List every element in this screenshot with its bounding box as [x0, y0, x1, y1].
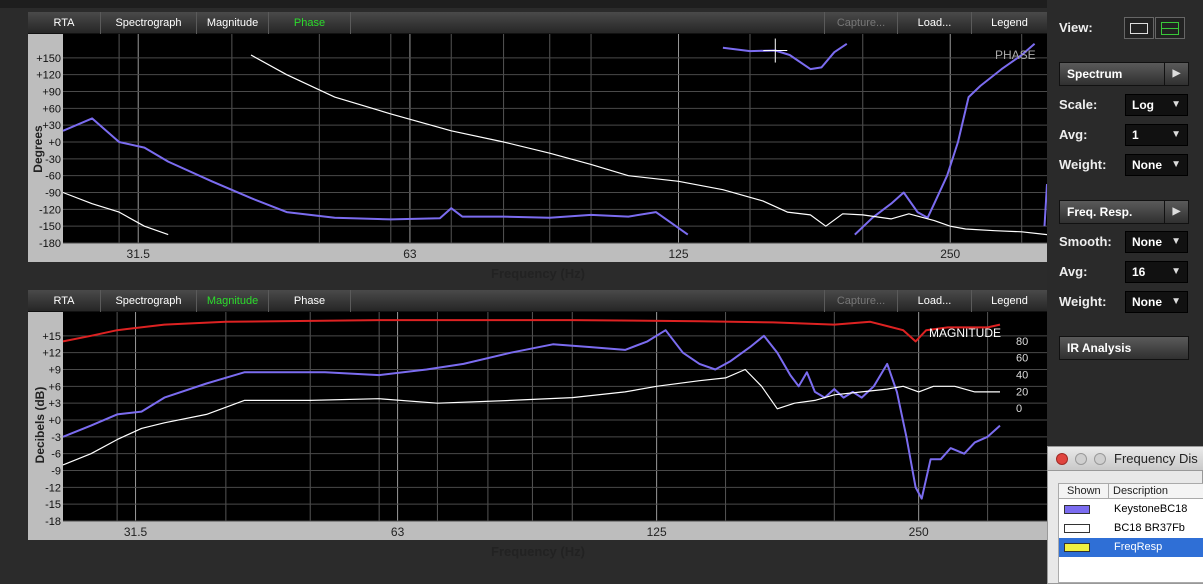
avg-value: 1	[1132, 128, 1139, 142]
plots-layer: 31.5 63 125 250+150+120+90+60+30+0-30-60-90…	[36, 34, 1048, 539]
y-tick-label: +90	[42, 87, 61, 99]
plot-background	[63, 34, 1047, 243]
trace-color-swatch[interactable]	[1064, 505, 1090, 514]
single-view-icon	[1130, 23, 1148, 34]
y-tick-label: -150	[39, 221, 61, 233]
chevron-down-icon: ▼	[1171, 99, 1181, 110]
weight2-label: Weight:	[1059, 294, 1107, 309]
weight2-select[interactable]: None ▼	[1125, 291, 1188, 313]
minimize-icon[interactable]	[1075, 453, 1087, 465]
trace-color-swatch[interactable]	[1064, 524, 1090, 533]
trace-description: BC18 BR37Fb	[1114, 522, 1185, 534]
y-tick-label: +120	[36, 70, 61, 82]
app-window: RTA Spectrograph Magnitude Phase Capture…	[0, 0, 1203, 584]
ir-analysis-button-label: IR Analysis	[1067, 341, 1132, 355]
y-tick-label: -180	[39, 238, 61, 250]
avg-select[interactable]: 1 ▼	[1125, 124, 1188, 146]
frequency-window-titlebar[interactable]: Frequency Dis	[1048, 447, 1203, 471]
right-axis-tick-label: 60	[1016, 353, 1028, 365]
y-tick-label: +15	[42, 331, 61, 343]
weight-label: Weight:	[1059, 157, 1107, 172]
expand-arrow-icon: ▶	[1164, 63, 1188, 85]
column-description[interactable]: Description	[1109, 484, 1203, 499]
weight2-value: None	[1132, 295, 1162, 309]
y-tick-label: +9	[48, 365, 61, 377]
x-tick-label: 125	[669, 247, 689, 261]
smooth-value: None	[1132, 235, 1162, 249]
split-view-icon-bottom	[1161, 34, 1179, 35]
y-tick-label: +0	[48, 137, 61, 149]
trace-description: FreqResp	[1114, 541, 1163, 553]
view-label: View:	[1059, 20, 1093, 35]
frequency-window-title: Frequency Dis	[1114, 451, 1198, 466]
smooth-select[interactable]: None ▼	[1125, 231, 1188, 253]
trace-description: KeystoneBC18	[1114, 503, 1188, 515]
trace-color-swatch[interactable]	[1064, 543, 1090, 552]
y-tick-label: -15	[45, 499, 61, 511]
avg2-label: Avg:	[1059, 264, 1088, 279]
chevron-down-icon: ▼	[1171, 296, 1181, 307]
y-tick-label: -60	[45, 171, 61, 183]
y-tick-label: +60	[42, 103, 61, 115]
y-tick-label: +0	[48, 415, 61, 427]
y-tick-label: +6	[48, 381, 61, 393]
y-tick-label: -9	[51, 466, 61, 478]
right-axis-tick-label: 20	[1016, 386, 1028, 398]
y-tick-label: -90	[45, 188, 61, 200]
x-tick-label: 250	[940, 247, 960, 261]
y-tick-label: -3	[51, 432, 61, 444]
close-icon[interactable]	[1056, 453, 1068, 465]
y-tick-label: +30	[42, 120, 61, 132]
y-tick-label: +3	[48, 398, 61, 410]
split-view-icon-divider	[1161, 28, 1179, 29]
x-tick-label: 31.5	[127, 247, 151, 261]
weight-select[interactable]: None ▼	[1125, 154, 1188, 176]
y-tick-label: +150	[36, 53, 61, 65]
view-split-button[interactable]	[1155, 17, 1185, 39]
y-tick-label: -6	[51, 449, 61, 461]
freq-resp-button-label: Freq. Resp.	[1067, 205, 1133, 219]
trace-row[interactable]: KeystoneBC18	[1059, 500, 1203, 519]
column-shown[interactable]: Shown	[1059, 484, 1109, 499]
chevron-down-icon: ▼	[1171, 266, 1181, 277]
x-tick-label: 31.5	[124, 525, 148, 539]
right-axis-tick-label: 80	[1016, 336, 1028, 348]
expand-arrow-icon: ▶	[1164, 201, 1188, 223]
view-single-button[interactable]	[1124, 17, 1154, 39]
right-axis-tick-label: 0	[1016, 403, 1022, 415]
ir-analysis-button[interactable]: IR Analysis	[1059, 336, 1189, 360]
smooth-label: Smooth:	[1059, 234, 1112, 249]
frequency-window: Frequency Dis Shown Description Keystone…	[1047, 446, 1203, 584]
avg-label: Avg:	[1059, 127, 1088, 142]
plot-overlay-label: MAGNITUDE	[929, 326, 1001, 340]
chevron-down-icon: ▼	[1171, 236, 1181, 247]
spectrum-button[interactable]: Spectrum ▶	[1059, 62, 1189, 86]
y-tick-label: -12	[45, 482, 61, 494]
zoom-icon[interactable]	[1094, 453, 1106, 465]
x-tick-label: 250	[909, 525, 929, 539]
x-tick-label: 125	[647, 525, 667, 539]
y-tick-label: -30	[45, 154, 61, 166]
y-tick-label: -18	[45, 516, 61, 528]
trace-table: Shown Description KeystoneBC18 BC18 BR37F…	[1058, 483, 1203, 583]
spectrum-button-label: Spectrum	[1067, 67, 1123, 81]
chevron-down-icon: ▼	[1171, 129, 1181, 140]
chevron-down-icon: ▼	[1171, 159, 1181, 170]
y-tick-label: -120	[39, 204, 61, 216]
right-axis-tick-label: 40	[1016, 370, 1028, 382]
plot-background	[63, 312, 1047, 521]
x-tick-label: 63	[391, 525, 405, 539]
avg2-select[interactable]: 16 ▼	[1125, 261, 1188, 283]
y-tick-label: +12	[42, 348, 61, 360]
scale-value: Log	[1132, 98, 1154, 112]
plot-overlay-label: PHASE	[995, 48, 1036, 62]
freq-resp-button[interactable]: Freq. Resp. ▶	[1059, 200, 1189, 224]
weight-value: None	[1132, 158, 1162, 172]
scale-label: Scale:	[1059, 97, 1098, 112]
trace-row[interactable]: BC18 BR37Fb	[1059, 519, 1203, 538]
scale-select[interactable]: Log ▼	[1125, 94, 1188, 116]
trace-row[interactable]: FreqResp	[1059, 538, 1203, 557]
avg2-value: 16	[1132, 265, 1146, 279]
x-tick-label: 63	[403, 247, 417, 261]
